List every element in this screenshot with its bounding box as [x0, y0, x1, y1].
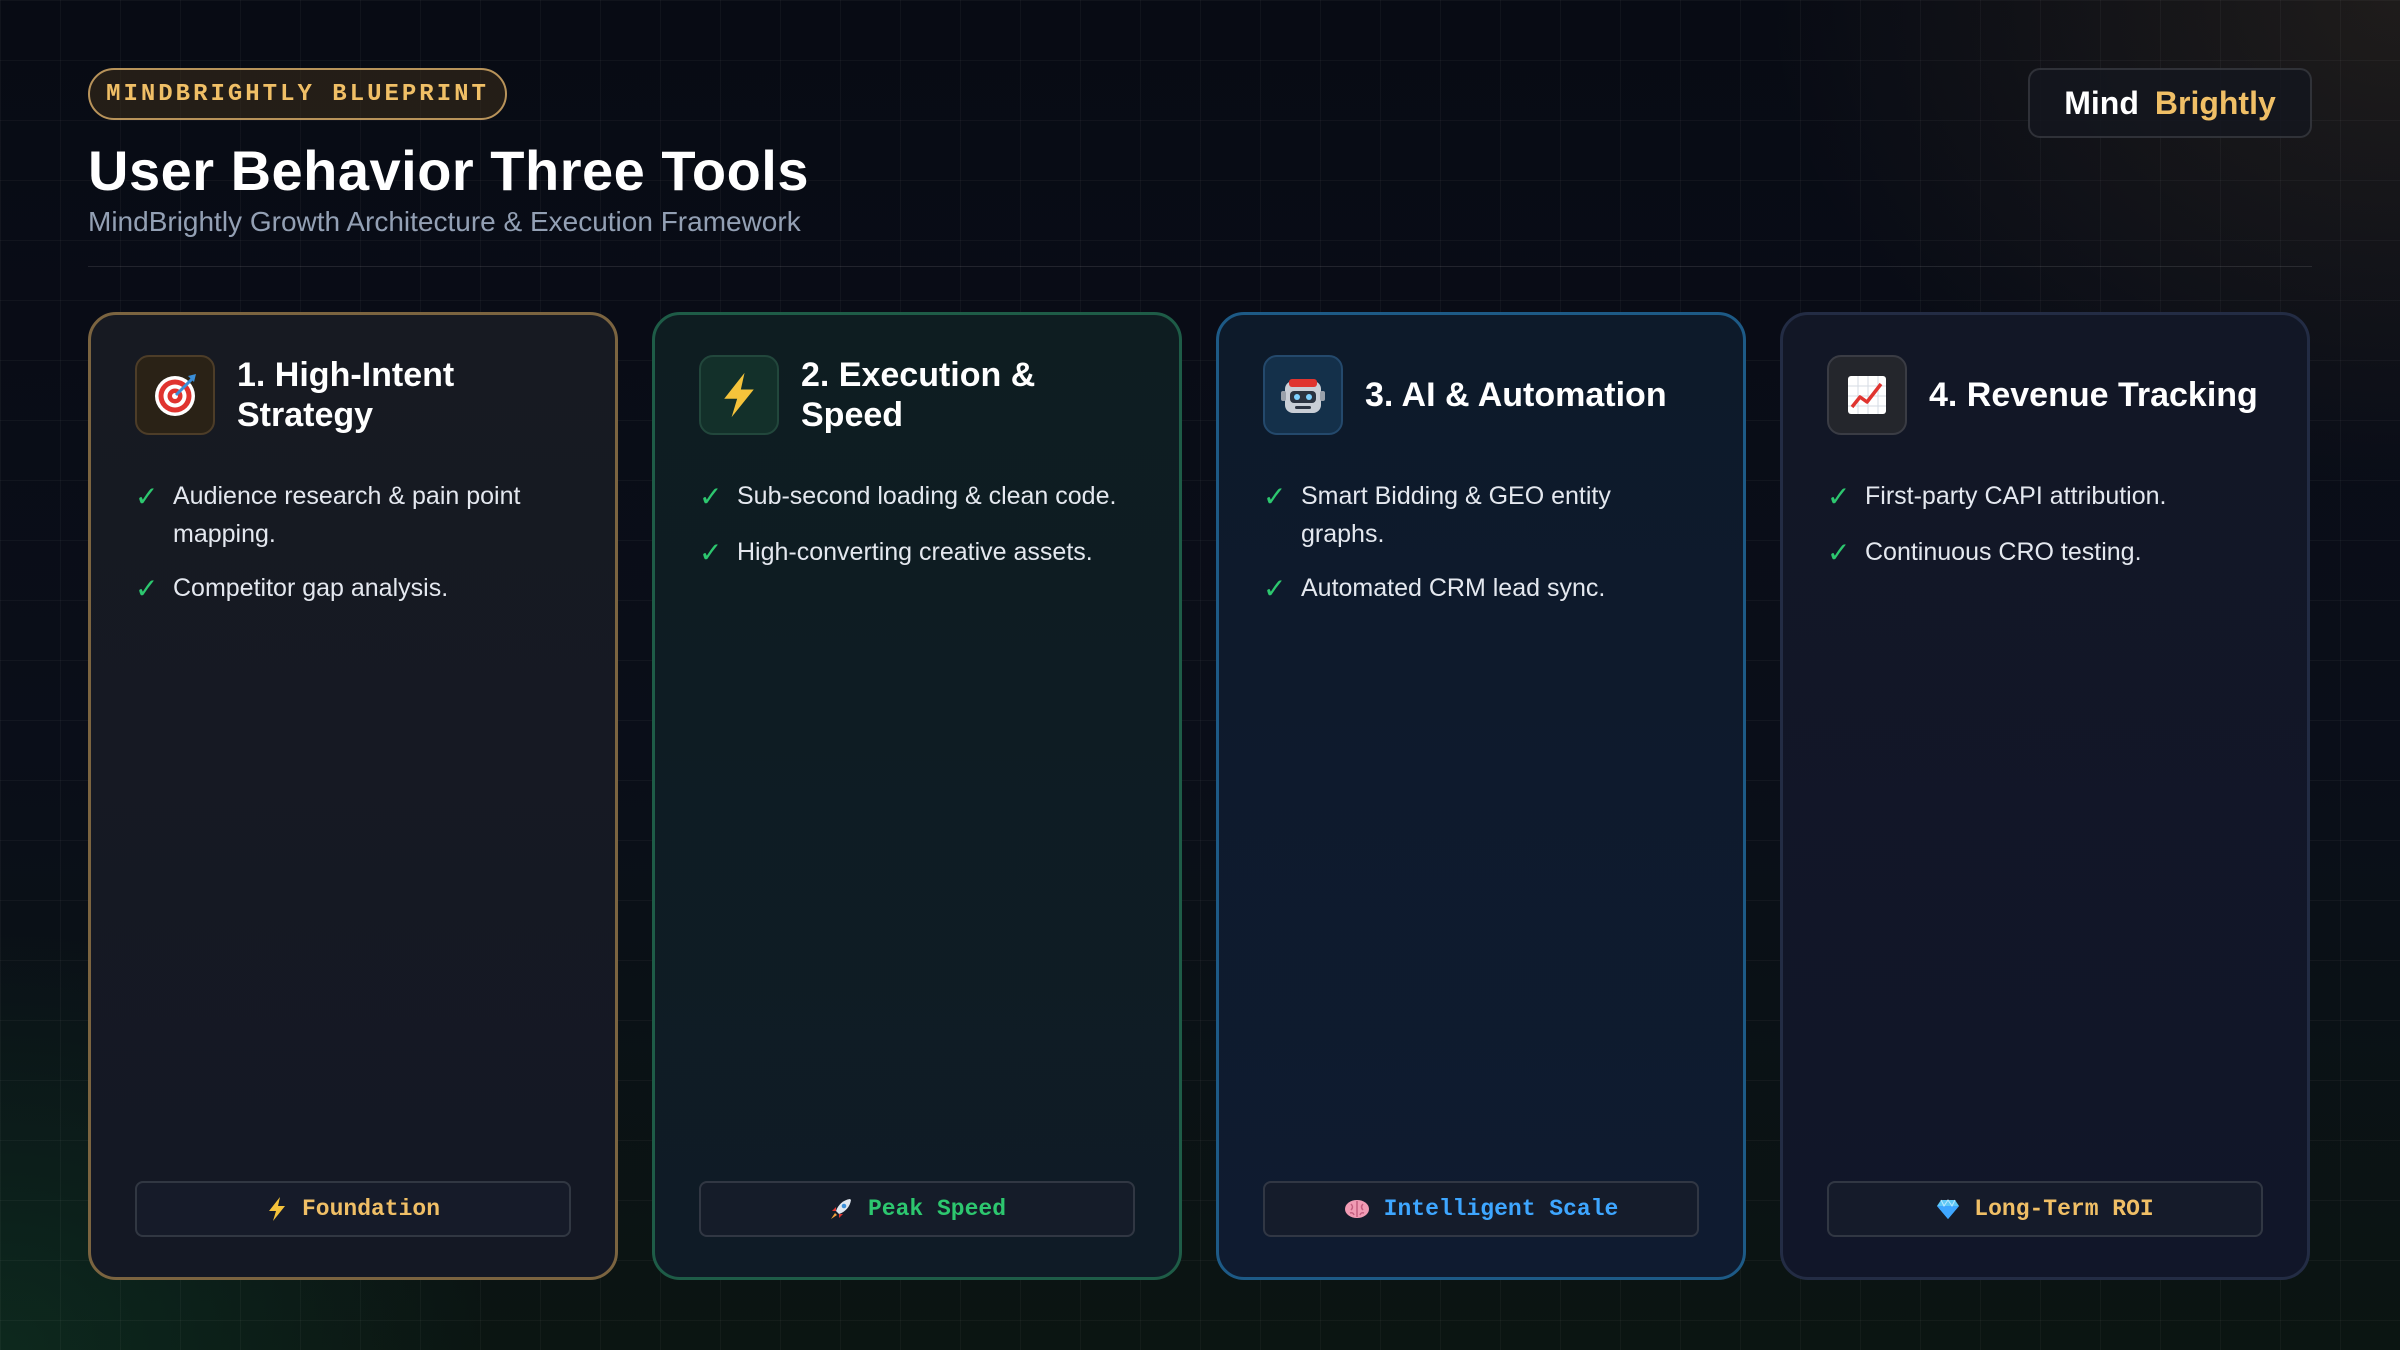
card-tag: Intelligent Scale: [1263, 1181, 1699, 1237]
brand-logo-part1: Mind: [2064, 84, 2139, 121]
feature-text: Competitor gap analysis.: [173, 574, 449, 602]
card-header: 2. Execution & Speed: [699, 355, 1135, 435]
check-icon: ✓: [135, 573, 159, 604]
lightning-icon: [699, 355, 779, 435]
list-item: ✓ High-converting creative assets.: [699, 533, 1135, 573]
feature-text: Smart Bidding & GEO entity graphs.: [1301, 482, 1611, 548]
card-tag: Peak Speed: [699, 1181, 1135, 1237]
card-title: 4. Revenue Tracking: [1929, 376, 2258, 414]
card-title: 1. High-Intent Strategy: [237, 356, 455, 434]
eyebrow-badge: MINDBRIGHTLY BLUEPRINT: [88, 68, 507, 120]
card-revenue-tracking: 4. Revenue Tracking ✓ First-party CAPI at…: [1780, 312, 2310, 1280]
brand-logo-part2: Brightly: [2154, 84, 2276, 121]
feature-text: High-converting creative assets.: [737, 538, 1093, 566]
check-icon: ✓: [1263, 573, 1287, 604]
robot-icon: [1263, 355, 1343, 435]
card-header: 4. Revenue Tracking: [1827, 355, 2263, 435]
check-icon: ✓: [1827, 537, 1851, 568]
lightning-icon: [266, 1196, 288, 1222]
feature-list: ✓ Smart Bidding & GEO entity graphs. ✓ Aut…: [1263, 477, 1699, 609]
card-tag: Foundation: [135, 1181, 571, 1237]
brain-icon: [1344, 1198, 1370, 1220]
chart-increasing-icon: [1827, 355, 1907, 435]
target-icon: [135, 355, 215, 435]
feature-list: ✓ Sub-second loading & clean code. ✓ High-…: [699, 477, 1135, 573]
card-tag: Long-Term ROI: [1827, 1181, 2263, 1237]
card-tag-label: Peak Speed: [867, 1196, 1007, 1222]
header-divider: [88, 266, 2312, 267]
card-title: 2. Execution & Speed: [801, 356, 1036, 434]
card-tag-label: Long-Term ROI: [1974, 1196, 2154, 1222]
check-icon: ✓: [135, 481, 159, 512]
card-ai-automation: 3. AI & Automation ✓ Smart Bidding & GEO …: [1216, 312, 1746, 1280]
feature-text: Audience research & pain point mapping.: [173, 482, 521, 548]
feature-text: Automated CRM lead sync.: [1301, 574, 1606, 602]
feature-list: ✓ Audience research & pain point mapping.…: [135, 477, 571, 609]
list-item: ✓ Audience research & pain point mapping.: [135, 477, 571, 553]
card-title: 3. AI & Automation: [1365, 376, 1667, 414]
list-item: ✓ Continuous CRO testing.: [1827, 533, 2263, 573]
feature-list: ✓ First-party CAPI attribution. ✓ Continuo…: [1827, 477, 2263, 573]
check-icon: ✓: [1827, 481, 1851, 512]
check-icon: ✓: [699, 537, 723, 568]
list-item: ✓ Sub-second loading & clean code.: [699, 477, 1135, 517]
rocket-icon: [828, 1196, 854, 1222]
list-item: ✓ Automated CRM lead sync.: [1263, 569, 1699, 609]
page-subtitle: MindBrightly Growth Architecture & Execu…: [88, 206, 801, 237]
list-item: ✓ Competitor gap analysis.: [135, 569, 571, 609]
diamond-icon: [1936, 1198, 1960, 1220]
list-item: ✓ Smart Bidding & GEO entity graphs.: [1263, 477, 1699, 553]
check-icon: ✓: [1263, 481, 1287, 512]
feature-text: Sub-second loading & clean code.: [737, 482, 1117, 510]
feature-text: First-party CAPI attribution.: [1865, 482, 2167, 510]
card-execution-speed: 2. Execution & Speed ✓ Sub-second loading…: [652, 312, 1182, 1280]
brand-logo: Mind Brightly: [2028, 68, 2312, 138]
list-item: ✓ First-party CAPI attribution.: [1827, 477, 2263, 517]
card-header: 1. High-Intent Strategy: [135, 355, 571, 435]
card-tag-label: Intelligent Scale: [1383, 1196, 1619, 1222]
feature-text: Continuous CRO testing.: [1865, 538, 2142, 566]
card-header: 3. AI & Automation: [1263, 355, 1699, 435]
check-icon: ✓: [699, 481, 723, 512]
page-title: User Behavior Three Tools: [88, 139, 810, 202]
card-tag-label: Foundation: [301, 1196, 441, 1222]
card-high-intent-strategy: 1. High-Intent Strategy ✓ Audience resear…: [88, 312, 618, 1280]
